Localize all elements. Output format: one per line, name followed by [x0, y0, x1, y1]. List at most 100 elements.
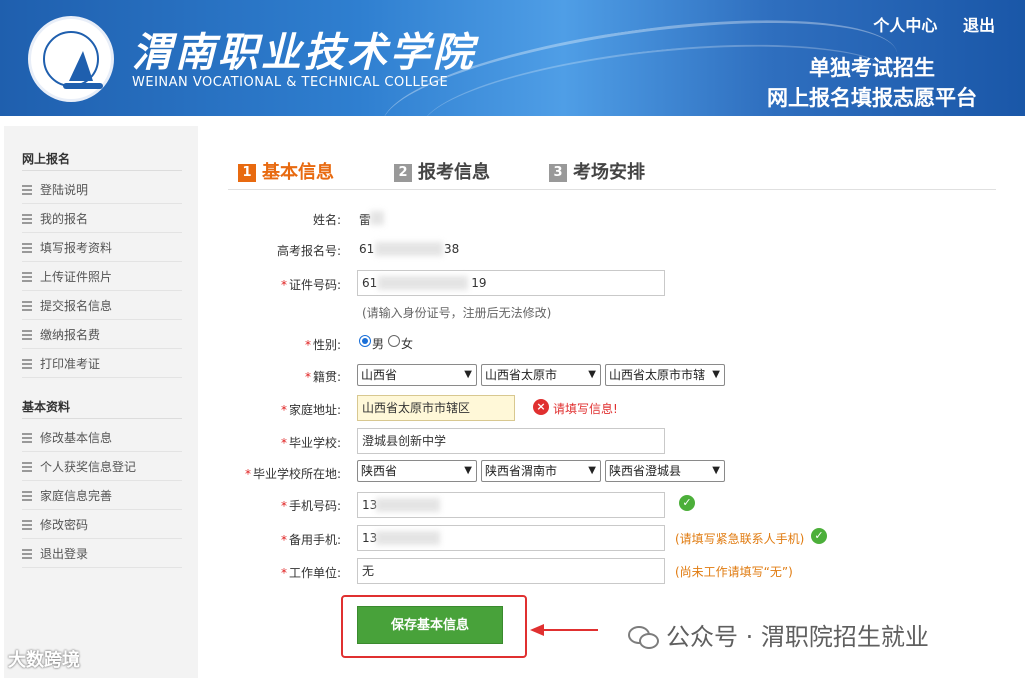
sidebar-item-submit[interactable]: 提交报名信息 [22, 292, 182, 320]
school-county-select[interactable]: 陕西省澄城县 ▼ [605, 460, 725, 482]
list-icon [22, 433, 32, 443]
sidebar-item-login-guide[interactable]: 登陆说明 [22, 176, 182, 204]
work-unit-hint: (尚未工作请填写“无”) [675, 565, 793, 579]
gender-female-label: 女 [401, 337, 414, 351]
sidebar-item-print-ticket[interactable]: 打印准考证 [22, 350, 182, 378]
native-place-label-text: 籍贯: [312, 370, 341, 384]
select-value: 山西省 [361, 368, 398, 382]
required-mark: * [280, 499, 287, 513]
sidebar-item-label: 退出登录 [40, 547, 89, 561]
sidebar-item-logout[interactable]: 退出登录 [22, 540, 182, 568]
platform-title-line2: 网上报名填报志愿平台 [767, 86, 977, 110]
list-icon [22, 330, 32, 340]
school-city-select[interactable]: 陕西省渭南市 ▼ [481, 460, 601, 482]
list-icon [22, 272, 32, 282]
exam-number-value-start: 61 [359, 242, 375, 256]
sidebar-item-change-password[interactable]: 修改密码 [22, 511, 182, 539]
redaction-blur [378, 276, 468, 290]
sidebar-item-edit-basic-info[interactable]: 修改基本信息 [22, 424, 182, 452]
corner-watermark: 大数跨境 [8, 650, 80, 671]
college-logo-icon [28, 16, 114, 102]
tab-label: 基本信息 [262, 162, 334, 183]
tab-basic-info[interactable]: 1 基本信息 [238, 158, 334, 184]
list-icon [22, 243, 32, 253]
logout-link[interactable]: 退出 [963, 16, 995, 35]
required-mark: * [280, 533, 287, 547]
sidebar-item-fill-info[interactable]: 填写报考资料 [22, 234, 182, 262]
list-icon [22, 185, 32, 195]
redaction-blur [376, 498, 440, 512]
sidebar-item-my-registration[interactable]: 我的报名 [22, 205, 182, 233]
sidebar-item-label: 修改基本信息 [40, 431, 113, 445]
gender-male-radio[interactable] [359, 335, 371, 347]
sidebar-item-pay-fee[interactable]: 缴纳报名费 [22, 321, 182, 349]
tab-label: 报考信息 [418, 162, 490, 183]
sidebar-item-label: 上传证件照片 [40, 270, 113, 284]
header-banner: 渭南职业技术学院 WEINAN VOCATIONAL & TECHNICAL C… [0, 0, 1025, 116]
watermark-text: 公众号 · 渭职院招生就业 [666, 623, 929, 651]
sidebar-item-label: 缴纳报名费 [40, 328, 101, 342]
gender-label-text: 性别: [312, 338, 341, 352]
sidebar-item-label: 打印准考证 [40, 357, 101, 371]
work-unit-label: * 工作单位: [226, 564, 341, 581]
sidebar-item-awards[interactable]: 个人获奖信息登记 [22, 453, 182, 481]
home-address-input[interactable]: 山西省太原市市辖区 [357, 395, 515, 421]
required-mark: * [304, 370, 311, 384]
native-district-select[interactable]: 山西省太原市市辖 ▼ [605, 364, 725, 386]
annotation-arrow-line [540, 629, 598, 631]
select-value: 陕西省澄城县 [609, 464, 682, 478]
tab-number-badge: 2 [394, 164, 412, 182]
sidebar-item-label: 登陆说明 [40, 183, 89, 197]
backup-phone-value-start: 13 [362, 531, 378, 545]
chevron-down-icon: ▼ [712, 465, 720, 476]
redaction-blur [375, 242, 443, 256]
school-input[interactable]: 澄城县创新中学 [357, 428, 665, 454]
sidebar-item-label: 提交报名信息 [40, 299, 113, 313]
sidebar-item-family-info[interactable]: 家庭信息完善 [22, 482, 182, 510]
work-unit-label-text: 工作单位: [288, 566, 341, 580]
sidebar-item-label: 修改密码 [40, 518, 89, 532]
exam-number-label: 高考报名号: [276, 244, 341, 258]
college-english-name: WEINAN VOCATIONAL & TECHNICAL COLLEGE [132, 75, 449, 90]
error-icon: × [533, 399, 549, 415]
native-place-label: * 籍贯: [226, 368, 341, 385]
required-mark: * [244, 467, 251, 481]
valid-check-icon: ✓ [679, 495, 695, 511]
tab-exam-arrangement[interactable]: 3 考场安排 [549, 158, 645, 184]
native-city-select[interactable]: 山西省太原市 ▼ [481, 364, 601, 386]
gender-female-radio[interactable] [388, 335, 400, 347]
wechat-icon [628, 624, 659, 649]
school-label-text: 毕业学校: [288, 436, 341, 450]
backup-phone-label-text: 备用手机: [288, 533, 341, 547]
list-icon [22, 462, 32, 472]
tab-application-info[interactable]: 2 报考信息 [394, 158, 490, 184]
id-number-hint: (请输入身份证号，注册后无法修改) [362, 306, 552, 320]
home-address-label-text: 家庭地址: [288, 403, 341, 417]
home-address-label: * 家庭地址: [226, 401, 341, 418]
school-province-select[interactable]: 陕西省 ▼ [357, 460, 477, 482]
school-location-label: * 毕业学校所在地: [226, 465, 341, 482]
chevron-down-icon: ▼ [464, 369, 472, 380]
name-label: 姓名: [312, 213, 341, 227]
sidebar-item-upload-photo[interactable]: 上传证件照片 [22, 263, 182, 291]
gender-male-label: 男 [372, 337, 385, 351]
logo-sail-shape [69, 51, 93, 81]
list-icon [22, 301, 32, 311]
sidebar-group-title: 网上报名 [22, 152, 71, 166]
tab-number-badge: 3 [549, 164, 567, 182]
phone-value-start: 13 [362, 498, 378, 512]
phone-label-text: 手机号码: [288, 499, 341, 513]
gender-label: * 性别: [226, 336, 341, 353]
save-basic-info-button[interactable]: 保存基本信息 [357, 606, 503, 644]
id-number-label-text: 证件号码: [288, 278, 341, 292]
exam-number-value-end: 38 [444, 242, 460, 256]
sidebar-group-title: 基本资料 [22, 400, 71, 414]
redaction-blur [370, 211, 384, 225]
native-province-select[interactable]: 山西省 ▼ [357, 364, 477, 386]
tab-label: 考场安排 [573, 162, 645, 183]
id-number-label: * 证件号码: [226, 276, 341, 293]
work-unit-input[interactable]: 无 [357, 558, 665, 584]
personal-center-link[interactable]: 个人中心 [873, 16, 937, 35]
wechat-watermark: 公众号 · 渭职院招生就业 [628, 617, 929, 652]
select-value: 陕西省 [361, 464, 398, 478]
